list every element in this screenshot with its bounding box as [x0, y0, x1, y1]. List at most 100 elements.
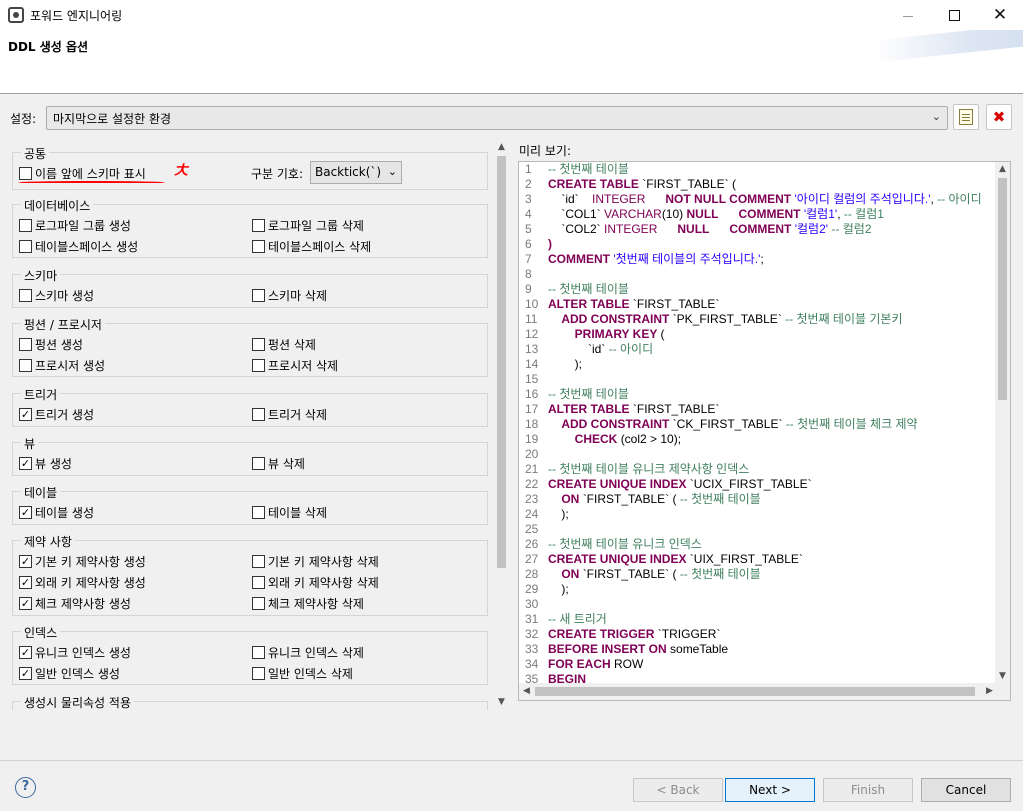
- checkbox-box[interactable]: [252, 576, 265, 589]
- drop-schema-checkbox[interactable]: 스키마 삭제: [252, 287, 327, 304]
- scroll-down-icon[interactable]: ▼: [995, 669, 1010, 684]
- group-physical-title: 생성시 물리속성 적용: [21, 694, 134, 710]
- checkbox-box[interactable]: [19, 338, 32, 351]
- close-button[interactable]: ✕: [977, 0, 1023, 30]
- create-check-checkbox[interactable]: ✓ 체크 제약사항 생성: [19, 595, 131, 612]
- checkbox-box[interactable]: [19, 240, 32, 253]
- drop-tablespace-checkbox[interactable]: 테이블스페이스 삭제: [252, 238, 371, 255]
- checkbox-box[interactable]: [252, 597, 265, 610]
- drop-logfile-group-checkbox[interactable]: 로그파일 그룹 삭제: [252, 217, 364, 234]
- next-button[interactable]: Next >: [725, 778, 815, 802]
- create-procedure-checkbox[interactable]: 프로시저 생성: [19, 357, 105, 374]
- checkbox-box[interactable]: ✓: [19, 646, 32, 659]
- checkbox-box[interactable]: [252, 646, 265, 659]
- drop-procedure-checkbox[interactable]: 프로시저 삭제: [252, 357, 338, 374]
- checkbox-box[interactable]: [19, 167, 32, 180]
- code-text: PRIMARY KEY (: [545, 327, 665, 342]
- preview-hscrollbar[interactable]: ◀ ▶: [519, 683, 997, 700]
- preview-code-box[interactable]: 1 -- 첫번째 테이블 2 CREATE TABLE `FIRST_TABLE` (…: [518, 161, 1011, 701]
- code-text: ADD CONSTRAINT `CK_FIRST_TABLE` -- 첫번째 테…: [545, 417, 917, 432]
- checkbox-box[interactable]: [19, 359, 32, 372]
- scroll-left-icon[interactable]: ◀: [519, 684, 534, 699]
- back-button[interactable]: < Back: [633, 778, 723, 802]
- code-line: 9 -- 첫번째 테이블: [519, 282, 997, 297]
- wizard-footer: ? < Back Next > Finish Cancel: [0, 760, 1023, 811]
- checkbox-box[interactable]: [19, 219, 32, 232]
- code-text: -- 첫번째 테이블 유니크 제약사항 인덱스: [545, 462, 749, 477]
- checkbox-box[interactable]: ✓: [19, 408, 32, 421]
- drop-check-checkbox[interactable]: 체크 제약사항 삭제: [252, 595, 364, 612]
- checkbox-box[interactable]: ✓: [19, 457, 32, 470]
- checkbox-box[interactable]: [252, 240, 265, 253]
- checkbox-box[interactable]: [252, 457, 265, 470]
- create-fk-checkbox[interactable]: ✓ 외래 키 제약사항 생성: [19, 574, 146, 591]
- drop-trigger-checkbox[interactable]: 트리거 삭제: [252, 406, 327, 423]
- code-token: -- 첫번째 테이블: [679, 567, 761, 581]
- code-line: 16 -- 첫번째 테이블: [519, 387, 997, 402]
- create-function-checkbox[interactable]: 펑션 생성: [19, 336, 83, 353]
- create-index-checkbox[interactable]: ✓ 일반 인덱스 생성: [19, 665, 120, 682]
- config-select[interactable]: 마지막으로 설정한 환경 ⌄: [46, 106, 948, 130]
- checkbox-box[interactable]: ✓: [19, 555, 32, 568]
- checkbox-box[interactable]: [252, 506, 265, 519]
- create-pk-checkbox[interactable]: ✓ 기본 키 제약사항 생성: [19, 553, 146, 570]
- drop-table-checkbox[interactable]: 테이블 삭제: [252, 504, 327, 521]
- scrollbar-thumb[interactable]: [497, 156, 506, 568]
- create-logfile-group-checkbox[interactable]: 로그파일 그룹 생성: [19, 217, 131, 234]
- maximize-button[interactable]: [931, 0, 977, 30]
- drop-pk-checkbox[interactable]: 기본 키 제약사항 삭제: [252, 553, 379, 570]
- create-unique-index-checkbox[interactable]: ✓ 유니크 인덱스 생성: [19, 644, 131, 661]
- minimize-button[interactable]: [885, 0, 931, 30]
- drop-index-checkbox[interactable]: 일반 인덱스 삭제: [252, 665, 353, 682]
- code-token: NULL: [677, 222, 710, 236]
- checkbox-box[interactable]: [252, 338, 265, 351]
- line-number: 17: [525, 402, 539, 416]
- code-line: 5 `COL2` INTEGER NULL COMMENT '컬럼2' -- 컬…: [519, 222, 997, 237]
- code-text: ON `FIRST_TABLE` ( -- 첫번째 테이블: [545, 567, 761, 582]
- scroll-up-icon[interactable]: ▲: [995, 162, 1010, 177]
- code-text: CREATE UNIQUE INDEX `UIX_FIRST_TABLE`: [545, 552, 803, 567]
- show-schema-checkbox[interactable]: 이름 앞에 스키마 표시: [19, 165, 146, 182]
- scroll-down-icon[interactable]: ▼: [494, 695, 509, 710]
- checkbox-box[interactable]: [252, 408, 265, 421]
- delete-config-button[interactable]: ✖: [986, 104, 1012, 130]
- drop-view-checkbox[interactable]: 뷰 삭제: [252, 455, 305, 472]
- code-line: 15: [519, 372, 997, 387]
- options-scrollbar[interactable]: ▲ ▼: [494, 140, 509, 710]
- code-token: COMMENT: [738, 207, 804, 221]
- checkbox-box[interactable]: ✓: [19, 576, 32, 589]
- save-config-button[interactable]: [953, 104, 979, 130]
- code-token: FOR EACH: [548, 657, 614, 671]
- scrollbar-thumb[interactable]: [998, 178, 1007, 400]
- drop-fk-checkbox[interactable]: 외래 키 제약사항 삭제: [252, 574, 379, 591]
- line-number: 19: [525, 432, 539, 446]
- group-common: 공통 이름 앞에 스키마 표시: [12, 145, 488, 190]
- code-token: `FIRST_TABLE` (: [582, 492, 680, 506]
- checkbox-box[interactable]: ✓: [19, 506, 32, 519]
- preview-vscrollbar[interactable]: ▲ ▼: [995, 162, 1010, 684]
- checkbox-box[interactable]: [252, 555, 265, 568]
- separator-select[interactable]: Backtick(`) ⌄: [310, 161, 402, 184]
- checkbox-box[interactable]: [252, 667, 265, 680]
- create-view-checkbox[interactable]: ✓ 뷰 생성: [19, 455, 72, 472]
- checkbox-box[interactable]: [252, 359, 265, 372]
- create-trigger-checkbox[interactable]: ✓ 트리거 생성: [19, 406, 94, 423]
- scroll-up-icon[interactable]: ▲: [494, 140, 509, 155]
- checkbox-box[interactable]: [19, 289, 32, 302]
- cancel-button[interactable]: Cancel: [921, 778, 1011, 802]
- finish-button[interactable]: Finish: [823, 778, 913, 802]
- create-table-checkbox[interactable]: ✓ 테이블 생성: [19, 504, 94, 521]
- checkbox-box[interactable]: [252, 289, 265, 302]
- drop-function-checkbox[interactable]: 펑션 삭제: [252, 336, 316, 353]
- create-schema-checkbox[interactable]: 스키마 생성: [19, 287, 94, 304]
- create-tablespace-checkbox[interactable]: 테이블스페이스 생성: [19, 238, 138, 255]
- drop-unique-index-checkbox[interactable]: 유니크 인덱스 삭제: [252, 644, 364, 661]
- code-token: (col2 > 10);: [620, 432, 682, 446]
- checkbox-box[interactable]: ✓: [19, 597, 32, 610]
- code-text: );: [545, 582, 568, 597]
- checkbox-box[interactable]: [252, 219, 265, 232]
- scrollbar-thumb[interactable]: [535, 687, 975, 696]
- help-icon[interactable]: ?: [15, 777, 36, 798]
- checkbox-box[interactable]: ✓: [19, 667, 32, 680]
